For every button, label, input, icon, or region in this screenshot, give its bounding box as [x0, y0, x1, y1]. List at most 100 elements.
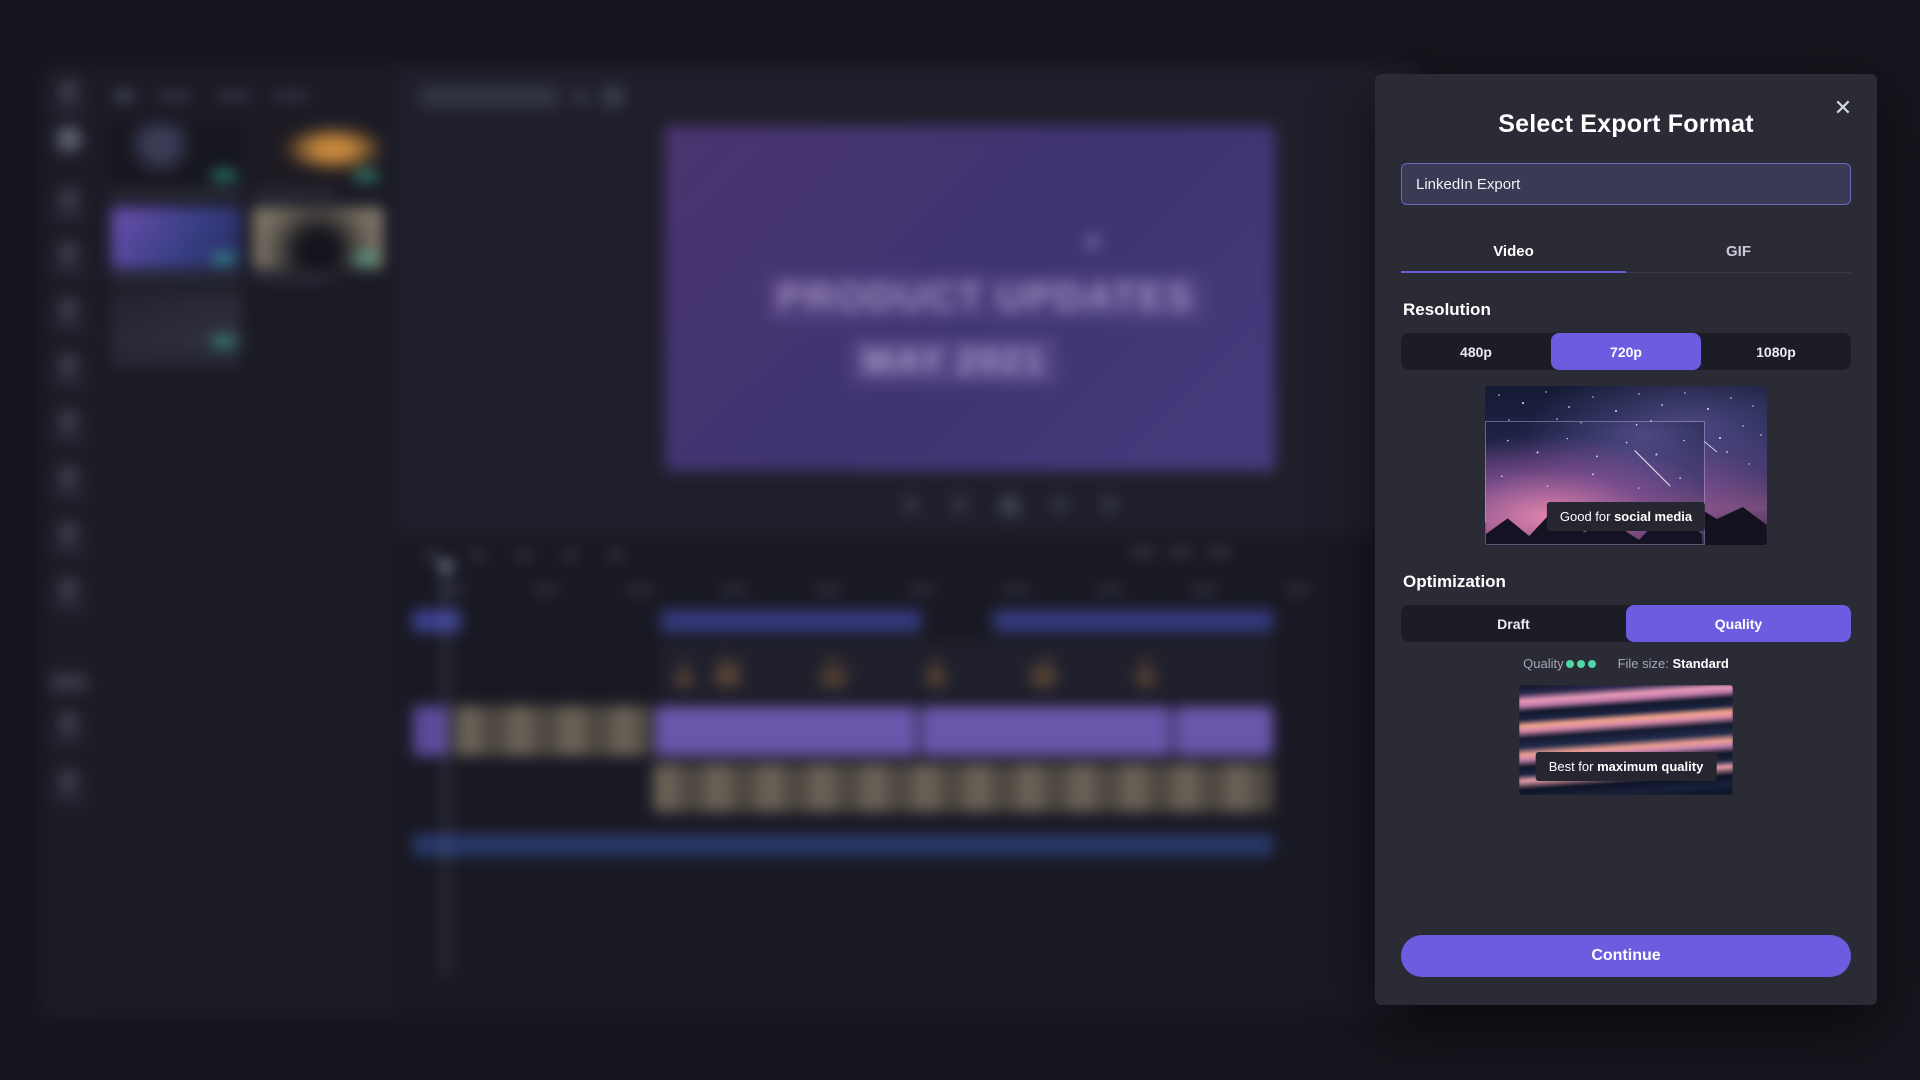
close-icon[interactable]: ✕: [1829, 94, 1857, 122]
caption-emphasis: maximum quality: [1597, 759, 1704, 774]
zoom-icon[interactable]: [609, 548, 623, 562]
rail-item-media[interactable]: [48, 188, 89, 218]
media-tab-video[interactable]: [157, 92, 193, 100]
media-card[interactable]: [111, 290, 241, 363]
rail-item-shapes[interactable]: [48, 298, 89, 328]
edit-icon[interactable]: [573, 89, 588, 105]
timeline-clip[interactable]: [413, 834, 1273, 856]
file-size-value: Standard: [1672, 656, 1729, 671]
rail-item-text[interactable]: [48, 242, 89, 272]
resolution-option-1080p[interactable]: 1080p: [1701, 333, 1851, 370]
timeline-clip[interactable]: [661, 610, 921, 632]
optimization-option-quality[interactable]: Quality: [1626, 605, 1851, 642]
step-forward-icon[interactable]: [1052, 496, 1069, 513]
tab-video[interactable]: Video: [1401, 233, 1626, 273]
share-icon[interactable]: [602, 86, 624, 108]
rail-item-transitions[interactable]: [48, 466, 89, 496]
rail-upgrade-button[interactable]: [50, 674, 88, 691]
media-thumbnail: [253, 124, 383, 186]
media-card[interactable]: [253, 207, 383, 280]
split-icon[interactable]: [517, 548, 531, 562]
rail-item-help[interactable]: [48, 770, 89, 800]
undo-icon[interactable]: [425, 548, 439, 562]
file-size-info: File size: Standard: [1618, 656, 1729, 671]
modal-title: Select Export Format: [1498, 110, 1754, 138]
media-thumbnail: [111, 290, 241, 352]
timeline-clip[interactable]: [655, 706, 917, 756]
caption-prefix: Good for: [1559, 509, 1615, 524]
rail-item-audio[interactable]: [48, 354, 89, 384]
timeline-playhead[interactable]: [440, 560, 452, 978]
timeline-clip[interactable]: [413, 706, 449, 756]
timeline-clip[interactable]: [455, 706, 651, 756]
rail-item-settings[interactable]: [48, 712, 89, 742]
timeline-track-audio[interactable]: [397, 640, 1420, 696]
project-toolbar: [419, 86, 624, 108]
rail-item-record[interactable]: [48, 126, 89, 152]
media-thumbnail: [111, 124, 241, 186]
timeline-clip[interactable]: [653, 764, 1273, 812]
duration-badge: [354, 253, 378, 264]
media-tab-all[interactable]: [113, 92, 135, 100]
format-tabs: Video GIF: [1401, 233, 1851, 273]
canvas-subtitle-text: MAY 2021: [851, 338, 1058, 384]
playback-controls: [902, 496, 1118, 516]
media-tab-audio[interactable]: [215, 92, 251, 100]
resolution-option-480p[interactable]: 480p: [1401, 333, 1551, 370]
optimization-option-draft[interactable]: Draft: [1401, 605, 1626, 642]
rail-item-label: [52, 795, 85, 800]
timeline-ruler[interactable]: [397, 582, 1420, 600]
skip-back-icon[interactable]: [902, 496, 919, 513]
redo-icon[interactable]: [471, 548, 485, 562]
video-preview-canvas[interactable]: ✦ PRODUCT UPDATES MAY 2021: [665, 126, 1275, 471]
project-name-chip[interactable]: [419, 86, 559, 108]
audio-icon: [58, 354, 79, 375]
app-background: ✦ PRODUCT UPDATES MAY 2021: [40, 64, 1420, 1018]
rail-item-label: [52, 323, 85, 328]
fullscreen-icon[interactable]: [1101, 496, 1118, 513]
cursor-icon: [58, 80, 79, 101]
timeline-clip[interactable]: [661, 640, 1273, 696]
rail-item-cursor[interactable]: [48, 80, 89, 110]
media-card[interactable]: [111, 207, 241, 280]
timeline-clip[interactable]: [1175, 706, 1273, 756]
rail-item-brand[interactable]: [48, 578, 89, 608]
rail-item-captions[interactable]: [48, 522, 89, 552]
shapes-icon: [58, 298, 79, 319]
export-name-input[interactable]: [1401, 163, 1851, 205]
timeline-toolbar: [425, 548, 623, 562]
timecode-current: [1132, 548, 1154, 556]
captions-icon: [58, 522, 79, 543]
rail-item-label: [52, 737, 85, 742]
rail-item-effects[interactable]: [48, 410, 89, 440]
timeline-clip[interactable]: [993, 610, 1273, 632]
timeline-clip[interactable]: [413, 610, 461, 632]
timeline-track-broll[interactable]: [397, 764, 1420, 812]
media-library-panel: [97, 64, 397, 1018]
timeline-track-music[interactable]: [397, 834, 1420, 856]
timeline-clip[interactable]: [921, 706, 1171, 756]
text-icon: [58, 242, 79, 263]
media-icon: [58, 188, 79, 209]
media-card[interactable]: [253, 124, 383, 197]
quality-label: Quality: [1523, 656, 1564, 671]
rail-item-label: [52, 213, 85, 218]
quality-indicator: Quality: [1523, 656, 1596, 671]
optimization-preview-caption: Best for maximum quality: [1535, 752, 1717, 781]
record-icon: [55, 126, 82, 152]
brand-icon: [58, 578, 79, 599]
resolution-option-720p[interactable]: 720p: [1551, 333, 1701, 370]
gear-icon: [58, 712, 79, 733]
continue-button[interactable]: Continue: [1401, 935, 1851, 977]
delete-icon[interactable]: [563, 548, 577, 562]
media-card[interactable]: [111, 124, 241, 197]
step-back-icon[interactable]: [951, 496, 968, 513]
resolution-preview-image: Good for social media: [1485, 386, 1767, 545]
play-icon[interactable]: [1000, 496, 1020, 516]
media-tab-images[interactable]: [273, 92, 309, 100]
timecode-total: [1170, 548, 1192, 556]
timeline-track-video[interactable]: [397, 706, 1420, 756]
tab-gif[interactable]: GIF: [1626, 233, 1851, 272]
duration-badge: [212, 170, 236, 181]
timeline-track-titles[interactable]: [397, 610, 1420, 632]
